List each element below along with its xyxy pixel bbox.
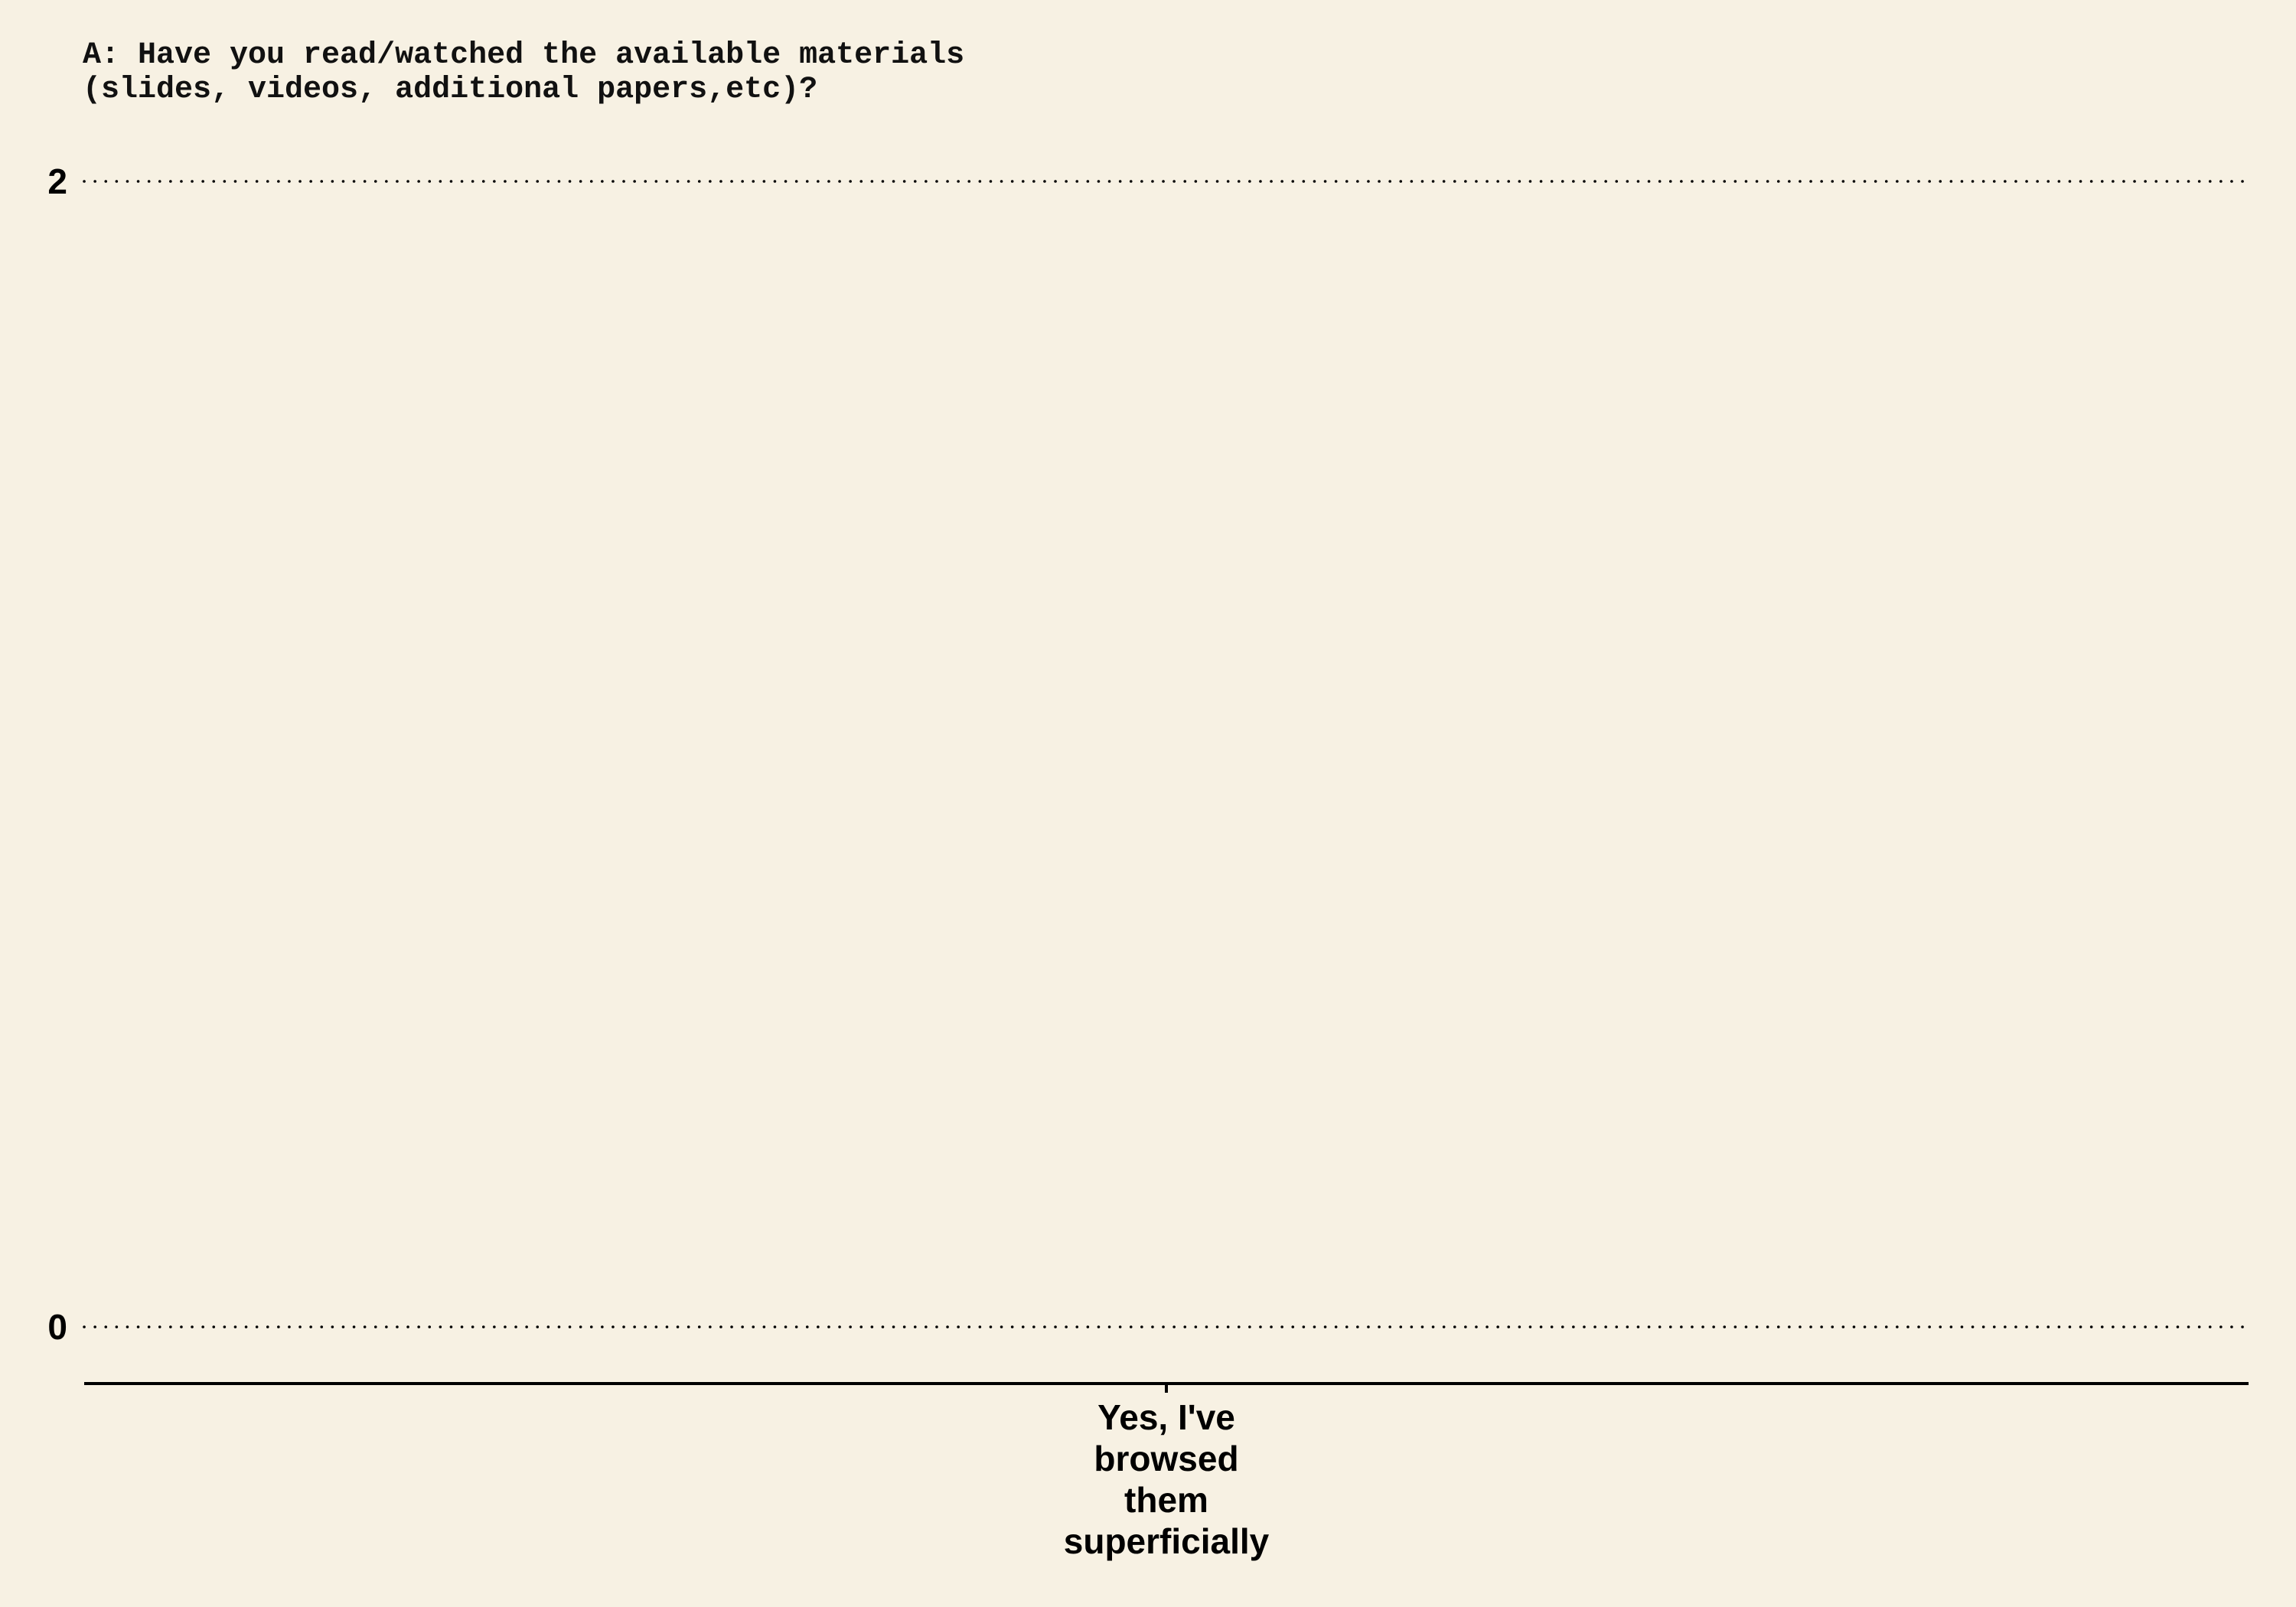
plot-area: 0 2 Yes, I've browsed them superficially: [47, 161, 2250, 1561]
y-tick-label: 2: [47, 161, 67, 201]
x-tick-label: Yes, I've browsed them superficially: [1064, 1397, 1270, 1561]
chart-container: A: Have you read/watched the available m…: [0, 0, 2296, 1607]
y-tick-label: 0: [47, 1307, 67, 1347]
x-axis: [84, 1382, 2249, 1393]
gridlines: [83, 180, 2250, 1328]
tick-labels: 0 2 Yes, I've browsed them superficially: [47, 161, 1269, 1561]
